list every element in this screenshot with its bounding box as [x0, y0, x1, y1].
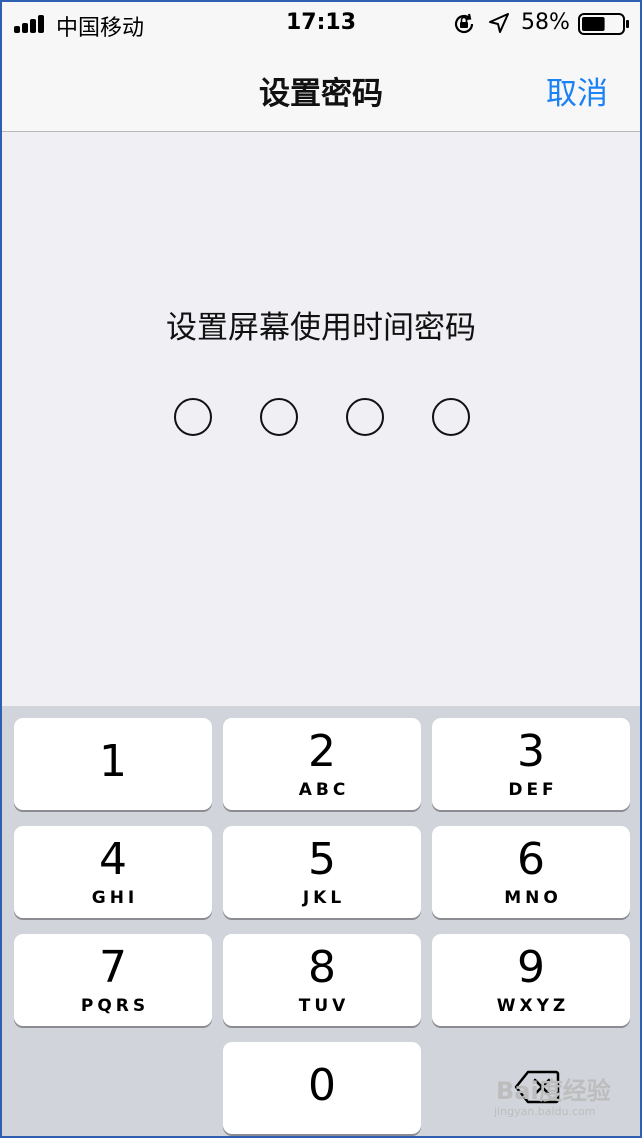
status-bar: 中国移动 17:13 58%	[2, 2, 640, 46]
key-0[interactable]: 0	[223, 1042, 421, 1134]
location-arrow-icon	[489, 13, 509, 33]
passcode-prompt: 设置屏幕使用时间密码	[166, 310, 476, 346]
baidu-watermark: Bai度经验 jingyan.baidu.com	[492, 1065, 632, 1125]
key-4[interactable]: 4 GHI	[14, 826, 212, 918]
orientation-lock-icon	[454, 13, 474, 34]
key-digit: 6	[517, 834, 545, 885]
key-letters: JKL	[302, 888, 346, 908]
battery-percent: 58%	[521, 10, 570, 35]
screen-frame: 中国移动 17:13 58% 设置密码 取消 设置屏幕使用时间密码 1 2 AB…	[0, 0, 642, 1138]
key-letters: ABC	[298, 780, 350, 800]
key-letters: DEF	[508, 780, 558, 800]
key-2[interactable]: 2 ABC	[223, 718, 421, 810]
key-digit: 0	[308, 1060, 336, 1111]
battery-icon	[578, 13, 629, 35]
watermark-logo-text: Bai度经验	[496, 1077, 611, 1105]
key-digit: 8	[308, 942, 336, 993]
key-digit: 7	[99, 942, 127, 993]
passcode-dot	[346, 398, 384, 436]
key-1[interactable]: 1	[14, 718, 212, 810]
cancel-button[interactable]: 取消	[546, 68, 608, 113]
key-letters: WXYZ	[496, 996, 570, 1016]
passcode-dot	[174, 398, 212, 436]
watermark-url: jingyan.baidu.com	[494, 1105, 596, 1118]
key-5[interactable]: 5 JKL	[223, 826, 421, 918]
key-digit: 3	[517, 726, 545, 777]
key-letters: GHI	[91, 888, 139, 908]
passcode-dot	[432, 398, 470, 436]
key-6[interactable]: 6 MNO	[432, 826, 630, 918]
passcode-dots	[174, 398, 474, 438]
key-digit: 2	[308, 726, 336, 777]
key-digit: 5	[308, 834, 336, 885]
key-letters: MNO	[504, 888, 562, 908]
key-letters: PQRS	[80, 996, 150, 1016]
key-letters: TUV	[298, 996, 350, 1016]
key-digit: 4	[99, 834, 127, 885]
key-digit: 9	[517, 942, 545, 993]
passcode-dot	[260, 398, 298, 436]
page-title: 设置密码	[259, 76, 383, 112]
key-7[interactable]: 7 PQRS	[14, 934, 212, 1026]
key-9[interactable]: 9 WXYZ	[432, 934, 630, 1026]
key-3[interactable]: 3 DEF	[432, 718, 630, 810]
key-8[interactable]: 8 TUV	[223, 934, 421, 1026]
key-digit: 1	[99, 736, 127, 787]
navigation-bar: 设置密码 取消	[2, 46, 640, 132]
